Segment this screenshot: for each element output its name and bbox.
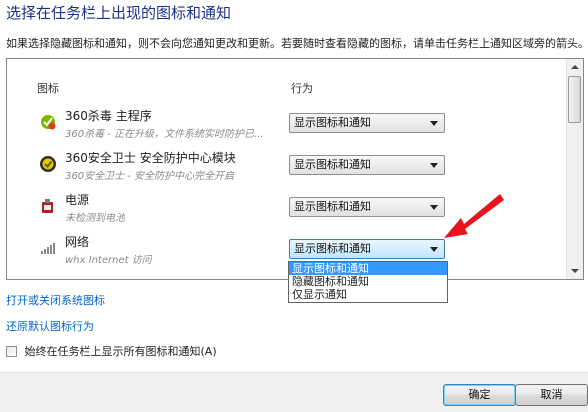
- system-icons-link[interactable]: 打开或关闭系统图标: [6, 292, 105, 308]
- page-title: 选择在任务栏上出现的图标和通知: [6, 4, 232, 22]
- vertical-scrollbar[interactable]: [566, 59, 583, 279]
- ok-button[interactable]: 确定: [443, 384, 516, 406]
- page-description: 如果选择隐藏图标和通知，则不会向您通知更改和更新。若要随时查看隐藏的图标，请单击…: [6, 37, 586, 50]
- item-description: 360安全卫士 - 安全防护中心完全开启: [65, 171, 235, 182]
- behavior-select-value: 显示图标和通知: [294, 116, 371, 129]
- scrollbar-thumb[interactable]: [568, 76, 581, 123]
- restore-defaults-link[interactable]: 还原默认图标行为: [6, 318, 94, 334]
- behavior-select[interactable]: 显示图标和通知: [289, 113, 445, 133]
- cancel-button[interactable]: 取消: [515, 384, 588, 406]
- column-header-behavior: 行为: [291, 82, 313, 95]
- column-header-icon: 图标: [37, 82, 59, 95]
- power-icon: [42, 199, 53, 213]
- dropdown-option[interactable]: 隐藏图标和通知: [289, 275, 447, 288]
- arrow-down-icon: [571, 269, 579, 273]
- dropdown-option[interactable]: 仅显示通知: [289, 288, 447, 301]
- always-show-all-checkbox[interactable]: [6, 346, 17, 357]
- behavior-select-value: 显示图标和通知: [294, 242, 371, 255]
- arrow-up-icon: [571, 65, 579, 69]
- behavior-select[interactable]: 显示图标和通知: [289, 155, 445, 175]
- behavior-dropdown-list[interactable]: 显示图标和通知 隐藏图标和通知 仅显示通知: [288, 261, 448, 303]
- 360-antivirus-icon: [41, 115, 56, 130]
- network-signal-icon: [41, 243, 55, 254]
- chevron-down-icon: [430, 121, 438, 126]
- item-name: 360杀毒 主程序: [65, 109, 152, 123]
- list-item: 360安全卫士 安全防护中心模块 360安全卫士 - 安全防护中心完全开启 显示…: [7, 145, 572, 187]
- item-name: 网络: [65, 235, 90, 249]
- behavior-select-value: 显示图标和通知: [294, 200, 371, 213]
- scroll-up-button[interactable]: [567, 59, 583, 75]
- always-show-all-label: 始终在任务栏上显示所有图标和通知(A): [24, 345, 217, 358]
- dropdown-option[interactable]: 显示图标和通知: [289, 262, 447, 275]
- item-description: 未检测到电池: [65, 213, 125, 224]
- item-description: 360杀毒 - 正在升级，文件系统实时防护已...: [65, 129, 264, 140]
- scroll-down-button[interactable]: [567, 263, 583, 279]
- chevron-down-icon: [430, 163, 438, 168]
- annotation-arrow-icon: [444, 194, 504, 238]
- dialog-footer: 确定 取消: [0, 372, 588, 412]
- always-show-all-row[interactable]: 始终在任务栏上显示所有图标和通知(A): [6, 343, 217, 358]
- 360-safeguard-icon: [40, 156, 56, 172]
- behavior-select[interactable]: 显示图标和通知: [289, 197, 445, 217]
- behavior-select[interactable]: 显示图标和通知: [289, 239, 445, 259]
- item-name: 360安全卫士 安全防护中心模块: [65, 151, 236, 165]
- item-description: whx Internet 访问: [65, 255, 152, 266]
- list-item: 360杀毒 主程序 360杀毒 - 正在升级，文件系统实时防护已... 显示图标…: [7, 103, 572, 145]
- item-name: 电源: [65, 193, 90, 207]
- behavior-select-value: 显示图标和通知: [294, 158, 371, 171]
